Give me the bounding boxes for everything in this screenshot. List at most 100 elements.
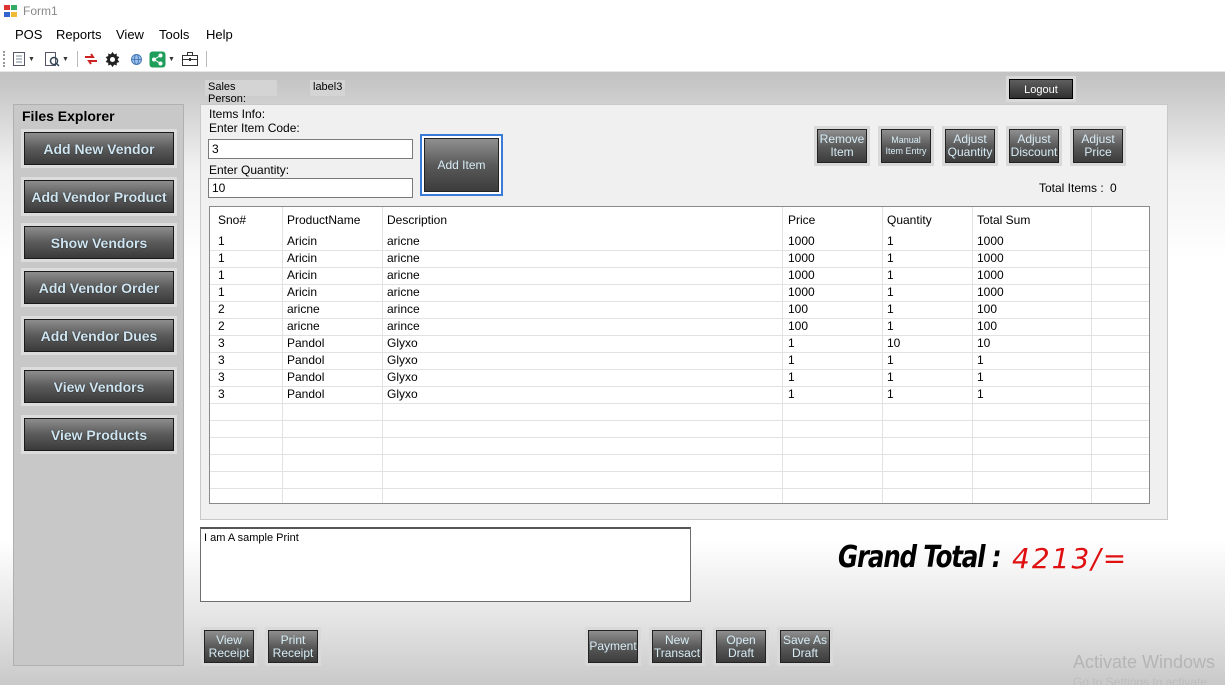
adjust-quantity-button[interactable]: Adjust Quantity <box>945 129 995 163</box>
add-vendor-order-frame: Add Vendor Order <box>21 268 177 307</box>
add-new-vendor-frame: Add New Vendor <box>21 129 177 168</box>
window-title: Form1 <box>23 4 58 18</box>
total-items-value: 0 <box>1110 181 1117 195</box>
new-transaction-button[interactable]: New Transact <box>652 630 702 663</box>
document-dropdown-button[interactable]: ▼ <box>12 50 35 68</box>
table-row[interactable]: 2 aricne arince 100 1 100 <box>210 301 1149 318</box>
menu-reports[interactable]: Reports <box>56 27 102 42</box>
table-cell-product-name: Aricin <box>287 234 318 248</box>
view-vendors-button[interactable]: View Vendors <box>24 370 174 403</box>
manual-item-entry-button[interactable]: Manual Item Entry <box>881 129 931 163</box>
table-row[interactable]: 1 Aricin aricne 1000 1 1000 <box>210 233 1149 250</box>
column-header-quantity[interactable]: Quantity <box>887 213 932 227</box>
view-receipt-label-line1: View <box>216 632 242 647</box>
column-header-sno[interactable]: Sno# <box>218 213 246 227</box>
add-vendor-order-button[interactable]: Add Vendor Order <box>24 271 174 304</box>
show-vendors-button[interactable]: Show Vendors <box>24 226 174 259</box>
menu-help[interactable]: Help <box>206 27 233 42</box>
table-cell-total-sum: 1000 <box>977 251 1004 265</box>
globe-button[interactable] <box>130 50 143 68</box>
table-row[interactable]: 3 Pandol Glyxo 1 1 1 <box>210 352 1149 369</box>
items-info-label: Items Info: <box>209 107 266 121</box>
logout-button[interactable]: Logout <box>1009 79 1073 99</box>
table-cell-quantity: 1 <box>887 251 894 265</box>
new-transaction-frame: New Transact <box>649 627 705 666</box>
table-row[interactable]: 3 Pandol Glyxo 1 1 1 <box>210 386 1149 403</box>
total-items-label: Total Items : <box>1039 181 1104 195</box>
open-draft-button[interactable]: Open Draft <box>716 630 766 663</box>
menu-pos[interactable]: POS <box>15 27 42 42</box>
view-receipt-frame: View Receipt <box>201 627 257 666</box>
table-cell-sno: 1 <box>218 268 225 282</box>
view-receipt-button[interactable]: View Receipt <box>204 630 254 663</box>
add-vendor-dues-button[interactable]: Add Vendor Dues <box>24 319 174 352</box>
save-as-draft-button[interactable]: Save As Draft <box>780 630 830 663</box>
print-preview-textbox[interactable]: I am A sample Print <box>200 527 691 602</box>
column-header-total-sum[interactable]: Total Sum <box>977 213 1030 227</box>
share-dropdown-button[interactable]: ▼ <box>149 50 175 68</box>
table-cell-product-name: Pandol <box>287 336 325 350</box>
table-cell-description: Glyxo <box>387 336 418 350</box>
print-receipt-label-line1: Print <box>280 632 306 647</box>
table-cell-description: Glyxo <box>387 353 418 367</box>
table-row-divider <box>210 318 1149 319</box>
column-header-product-name[interactable]: ProductName <box>287 213 360 227</box>
table-row[interactable]: 1 Aricin aricne 1000 1 1000 <box>210 250 1149 267</box>
toolbar-grip[interactable] <box>3 51 5 67</box>
table-row-divider <box>210 335 1149 336</box>
manual-entry-label-line1: Manual <box>891 135 921 145</box>
settings-button[interactable] <box>104 50 121 68</box>
table-cell-product-name: Pandol <box>287 387 325 401</box>
table-cell-description: aricne <box>387 234 420 248</box>
payment-button[interactable]: Payment <box>588 630 638 663</box>
items-table[interactable]: Sno# ProductName Description Price Quantity T… <box>209 206 1150 504</box>
table-row[interactable]: 3 Pandol Glyxo 1 10 10 <box>210 335 1149 352</box>
table-row[interactable]: 1 Aricin aricne 1000 1 1000 <box>210 284 1149 301</box>
table-row[interactable]: 2 aricne arince 100 1 100 <box>210 318 1149 335</box>
table-row[interactable]: 3 Pandol Glyxo 1 1 1 <box>210 369 1149 386</box>
adjust-discount-frame: Adjust Discount <box>1006 126 1062 166</box>
add-vendor-product-button[interactable]: Add Vendor Product <box>24 180 174 213</box>
menu-tools[interactable]: Tools <box>159 27 189 42</box>
table-cell-total-sum: 1000 <box>977 234 1004 248</box>
logout-button-frame: Logout <box>1006 76 1076 102</box>
table-cell-total-sum: 100 <box>977 302 998 316</box>
add-item-button[interactable]: Add Item <box>420 134 503 196</box>
table-cell-price: 100 <box>788 302 809 316</box>
briefcase-button[interactable] <box>181 50 199 68</box>
item-code-input[interactable] <box>208 139 413 159</box>
globe-icon <box>131 53 142 65</box>
add-new-vendor-button[interactable]: Add New Vendor <box>24 132 174 165</box>
adjust-discount-label-line1: Adjust <box>1017 132 1051 146</box>
menu-bar: POS Reports View Tools Help <box>0 23 1225 45</box>
adjust-discount-button[interactable]: Adjust Discount <box>1009 129 1059 163</box>
table-cell-sno: 2 <box>218 302 225 316</box>
save-as-draft-frame: Save As Draft <box>777 627 833 666</box>
table-cell-description: aricne <box>387 285 420 299</box>
search-document-dropdown-button[interactable]: ▼ <box>44 50 69 68</box>
table-row[interactable]: 1 Aricin aricne 1000 1 1000 <box>210 267 1149 284</box>
table-cell-product-name: Aricin <box>287 285 318 299</box>
table-cell-total-sum: 10 <box>977 336 991 350</box>
toolbar: ▼ ▼ ▼ <box>0 45 1225 72</box>
item-code-label: Enter Item Code: <box>209 121 300 135</box>
remove-item-label-line2: Item <box>830 145 854 159</box>
quantity-input[interactable] <box>208 178 413 198</box>
new-transaction-label-line1: New <box>664 632 689 647</box>
print-receipt-button[interactable]: Print Receipt <box>268 630 318 663</box>
column-header-price[interactable]: Price <box>788 213 815 227</box>
table-cell-sno: 1 <box>218 251 225 265</box>
column-header-description[interactable]: Description <box>387 213 447 227</box>
remove-item-button[interactable]: Remove Item <box>817 129 867 163</box>
table-row-divider <box>210 454 1149 455</box>
table-cell-total-sum: 1000 <box>977 285 1004 299</box>
grand-total-value: 4213/= <box>1012 542 1129 575</box>
view-products-button[interactable]: View Products <box>24 418 174 451</box>
open-draft-frame: Open Draft <box>713 627 769 666</box>
table-column-divider <box>972 207 973 503</box>
menu-view[interactable]: View <box>116 27 144 42</box>
adjust-price-button[interactable]: Adjust Price <box>1073 129 1123 163</box>
sync-button[interactable] <box>83 50 99 68</box>
table-row-divider <box>210 471 1149 472</box>
add-vendor-product-frame: Add Vendor Product <box>21 177 177 216</box>
